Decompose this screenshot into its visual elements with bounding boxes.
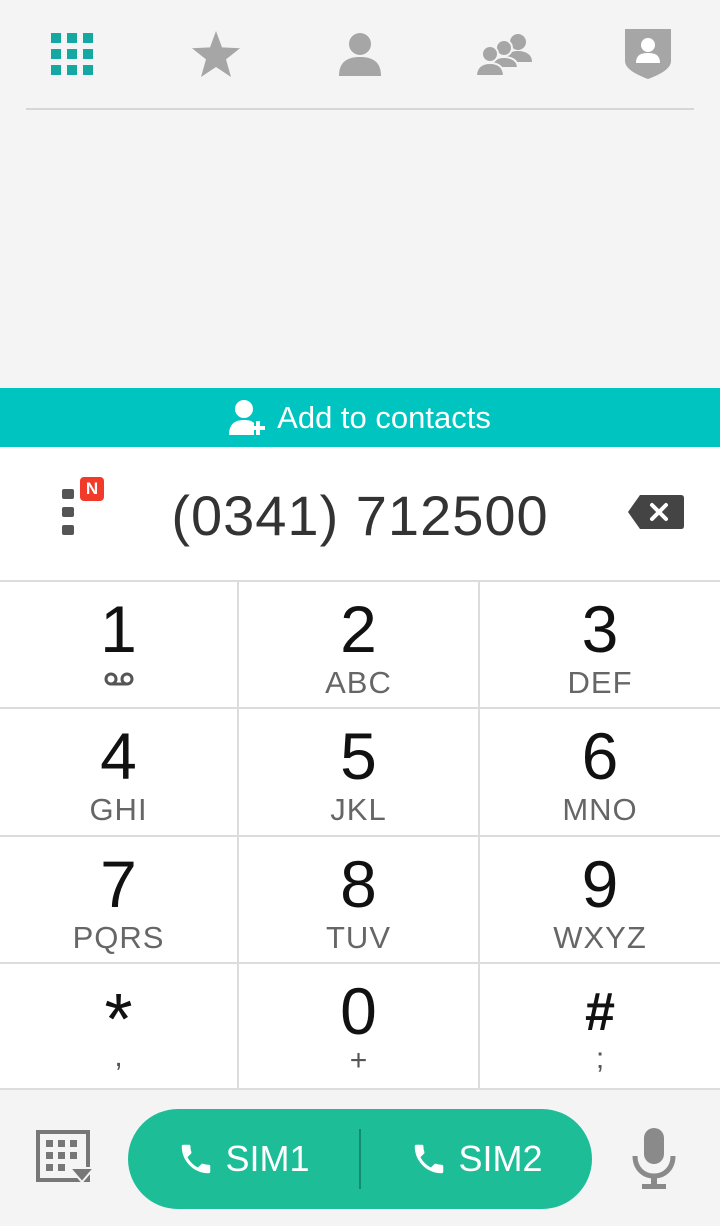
key-hash[interactable]: # ; <box>480 964 720 1090</box>
tab-groups[interactable] <box>454 4 554 104</box>
phone-icon <box>415 1144 444 1174</box>
call-sim2-button[interactable]: SIM2 <box>361 1109 592 1209</box>
key-4[interactable]: 4 GHI <box>0 709 239 837</box>
tab-dialpad[interactable] <box>22 4 122 104</box>
key-letters: GHI <box>89 792 148 827</box>
call-buttons: SIM1 SIM2 <box>128 1109 592 1209</box>
add-to-contacts-label: Add to contacts <box>277 399 491 435</box>
key-star[interactable]: * , <box>0 964 239 1090</box>
key-letters: PQRS <box>72 920 165 955</box>
add-person-icon <box>229 399 266 435</box>
star-icon <box>192 31 240 77</box>
group-icon <box>474 34 532 76</box>
sim2-label: SIM2 <box>458 1138 543 1179</box>
backspace-icon <box>628 495 684 529</box>
sim1-label: SIM1 <box>225 1138 310 1179</box>
key-digit: 2 <box>340 592 377 666</box>
key-letters: ABC <box>325 665 392 700</box>
key-digit: 1 <box>100 592 137 666</box>
tab-contacts[interactable] <box>310 4 410 104</box>
key-letters: MNO <box>562 792 638 827</box>
key-1[interactable]: 1 <box>0 582 239 709</box>
microphone-icon <box>632 1128 676 1189</box>
tab-blocklist[interactable] <box>598 4 698 104</box>
dialpad: 1 2 ABC 3 DEF 4 GHI 5 JKL 6 MNO 7 PQRS 8… <box>0 582 720 1090</box>
key-digit: 3 <box>581 592 619 666</box>
key-digit: 8 <box>340 847 377 921</box>
key-digit: 7 <box>100 847 137 921</box>
key-0[interactable]: 0 + <box>239 964 480 1090</box>
call-bar: SIM1 SIM2 <box>0 1092 720 1226</box>
key-9[interactable]: 9 WXYZ <box>480 837 720 964</box>
add-to-contacts-button[interactable]: Add to contacts <box>0 388 720 447</box>
backspace-button[interactable] <box>628 495 686 531</box>
person-icon <box>339 33 381 76</box>
number-display-row: N (0341) 712500 <box>0 447 720 582</box>
call-sim1-button[interactable]: SIM1 <box>128 1109 359 1209</box>
key-digit: 6 <box>581 719 619 793</box>
tab-favorites[interactable] <box>166 4 266 104</box>
key-6[interactable]: 6 MNO <box>480 709 720 837</box>
key-digit: 5 <box>340 719 377 793</box>
key-letters: JKL <box>330 792 387 827</box>
key-3[interactable]: 3 DEF <box>480 582 720 709</box>
key-2[interactable]: 2 ABC <box>239 582 480 709</box>
top-tab-bar <box>0 0 720 108</box>
dialpad-collapse-icon <box>36 1130 97 1184</box>
key-letters: , <box>114 1040 123 1073</box>
phone-icon <box>182 1144 211 1174</box>
key-8[interactable]: 8 TUV <box>239 837 480 964</box>
voicemail-icon <box>104 672 133 686</box>
key-digit: 0 <box>340 974 377 1048</box>
key-letters: ; <box>595 1042 605 1075</box>
key-digit: 9 <box>581 847 619 921</box>
voice-input-button[interactable] <box>632 1128 682 1192</box>
key-letters: TUV <box>326 920 391 955</box>
key-7[interactable]: 7 PQRS <box>0 837 239 964</box>
dialpad-grid-icon <box>51 33 93 75</box>
key-letters: + <box>349 1044 368 1077</box>
key-digit: # <box>584 982 616 1042</box>
key-letters: DEF <box>567 665 633 700</box>
key-5[interactable]: 5 JKL <box>239 709 480 837</box>
hide-dialpad-button[interactable] <box>36 1130 97 1188</box>
key-letters: WXYZ <box>553 920 647 955</box>
search-results-area <box>0 110 720 388</box>
key-digit: 4 <box>100 719 137 793</box>
dialed-number: (0341) 712500 <box>171 484 549 547</box>
shield-person-icon <box>625 29 671 79</box>
